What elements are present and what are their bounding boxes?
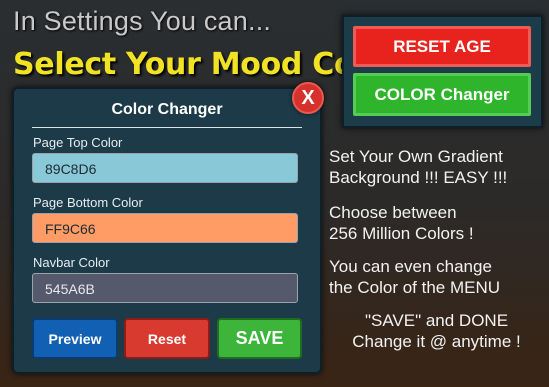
page-top-color-input[interactable]: 89C8D6 [32, 153, 298, 183]
reset-button[interactable]: Reset [124, 318, 210, 359]
color-changer-button[interactable]: COLOR Changer [353, 73, 531, 116]
close-icon[interactable]: X [292, 82, 324, 114]
save-button[interactable]: SAVE [217, 318, 302, 359]
info-menu-line1: You can even change [329, 257, 492, 276]
page-bottom-color-input[interactable]: FF9C66 [32, 213, 298, 243]
info-colors-line1: Choose between [329, 203, 457, 222]
page-top-color-label: Page Top Color [33, 135, 123, 150]
info-colors-line2: 256 Million Colors ! [329, 224, 474, 243]
info-gradient-line2: Background !!! EASY !!! [329, 168, 508, 187]
info-save-line1: "SAVE" and DONE [364, 311, 509, 330]
info-gradient-line1: Set Your Own Gradient [329, 147, 503, 166]
headline-settings: In Settings You can... [13, 6, 272, 36]
reset-age-button[interactable]: RESET AGE [353, 26, 531, 67]
navbar-color-label: Navbar Color [33, 255, 110, 270]
info-gradient: Set Your Own Gradient Background !!! EAS… [329, 146, 507, 188]
color-changer-panel: Color Changer Page Top Color 89C8D6 Page… [12, 87, 322, 374]
info-colors: Choose between 256 Million Colors ! [329, 202, 474, 244]
info-menu-line2: the Color of the MENU [329, 278, 501, 297]
page-bottom-color-label: Page Bottom Color [33, 195, 143, 210]
panel-title: Color Changer [111, 101, 223, 118]
side-menu-box: RESET AGE COLOR Changer [342, 15, 543, 128]
info-save: "SAVE" and DONE Change it @ anytime ! [329, 310, 544, 352]
info-menu: You can even change the Color of the MEN… [329, 256, 500, 298]
panel-divider [32, 127, 302, 128]
navbar-color-input[interactable]: 545A6B [32, 273, 298, 303]
preview-button[interactable]: Preview [32, 318, 118, 359]
info-save-line2: Change it @ anytime ! [352, 332, 521, 351]
